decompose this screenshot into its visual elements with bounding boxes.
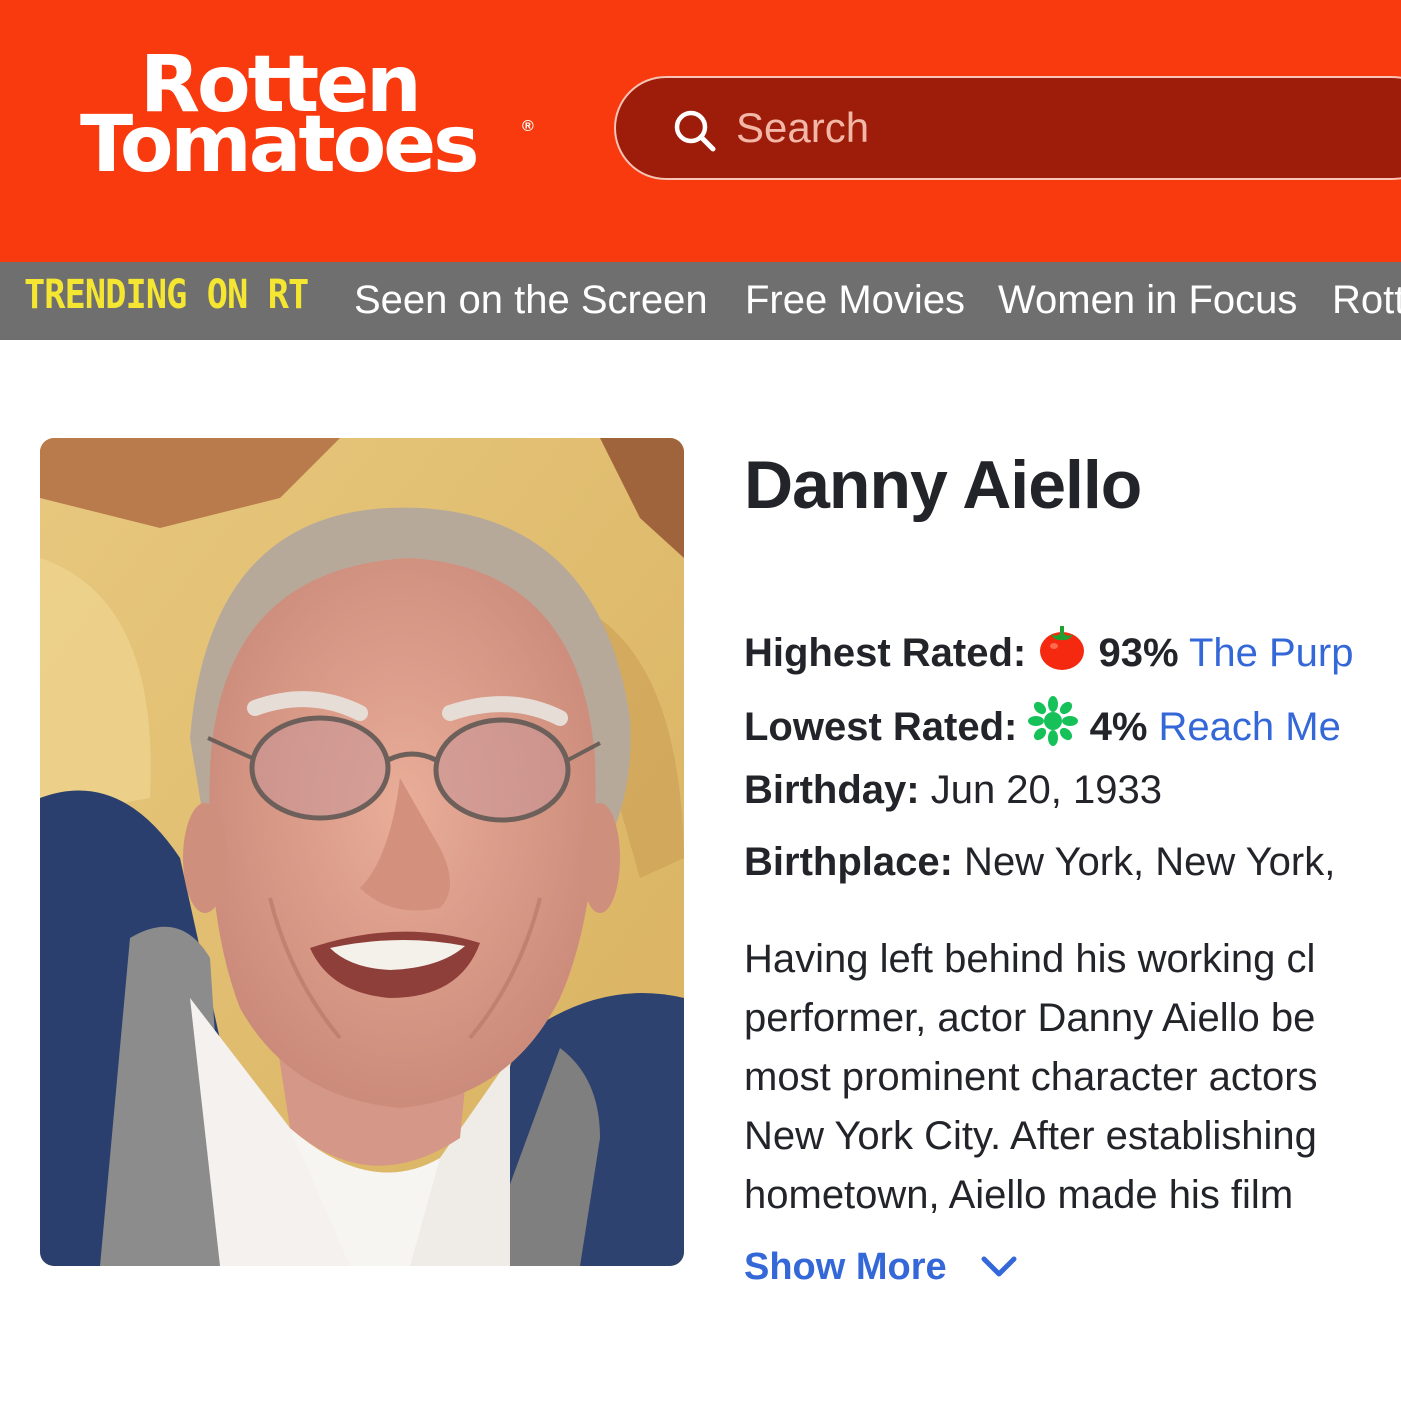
logo-text-line2: Tomatoes	[80, 100, 480, 190]
trending-link-rott[interactable]: Rott	[1332, 278, 1401, 323]
bio-line: hometown, Aiello made his film	[744, 1173, 1294, 1217]
trending-link-seen-on-screen[interactable]: Seen on the Screen	[354, 278, 708, 323]
highest-rated-score: 93%	[1098, 631, 1179, 675]
birthday-row: Birthday: Jun 20, 1933	[744, 768, 1162, 813]
trending-label: TRENDING ON RT	[24, 272, 309, 318]
lowest-rated-row: Lowest Rated: 4% Reach Me	[744, 696, 1341, 750]
birthday-label: Birthday:	[744, 768, 920, 812]
highest-rated-row: Highest Rated: 93% The Purp	[744, 622, 1353, 676]
birthplace-value: New York, New York,	[952, 840, 1336, 884]
lowest-rated-movie-link[interactable]: Reach Me	[1159, 705, 1341, 749]
fresh-tomato-icon	[1040, 626, 1085, 670]
birthplace-row: Birthplace: New York, New York,	[744, 840, 1335, 885]
bio-line: most prominent character actors	[744, 1055, 1318, 1099]
birthplace-label: Birthplace:	[744, 840, 953, 884]
show-more-button[interactable]: Show More	[744, 1246, 1019, 1289]
search-placeholder: Search	[736, 104, 870, 151]
search-input[interactable]: Search	[614, 76, 1401, 180]
rotten-splat-icon	[1028, 696, 1079, 746]
rotten-tomatoes-logo[interactable]: Rotten Tomatoes ®	[80, 40, 550, 190]
chevron-down-icon	[981, 1256, 1017, 1277]
bio-line: New York City. After establishing	[744, 1114, 1317, 1158]
search-icon	[674, 110, 716, 152]
celebrity-name: Danny Aiello	[744, 447, 1142, 523]
show-more-label: Show More	[744, 1246, 947, 1288]
portrait-photo	[40, 438, 684, 1266]
lowest-rated-score: 4%	[1089, 705, 1148, 749]
highest-rated-label: Highest Rated:	[744, 631, 1027, 675]
bio-line: performer, actor Danny Aiello be	[744, 996, 1316, 1040]
site-header: Rotten Tomatoes ® Search	[0, 0, 1401, 262]
trending-link-free-movies[interactable]: Free Movies	[745, 278, 965, 323]
celebrity-photo	[40, 438, 684, 1266]
birthday-value: Jun 20, 1933	[919, 768, 1162, 812]
trending-bar: TRENDING ON RT Seen on the Screen Free M…	[0, 262, 1401, 340]
celebrity-bio: Having left behind his working cl perfor…	[744, 930, 1401, 1225]
bio-line: Having left behind his working cl	[744, 937, 1316, 981]
registered-mark: ®	[522, 118, 534, 135]
highest-rated-movie-link[interactable]: The Purp	[1189, 631, 1354, 675]
trending-link-women-in-focus[interactable]: Women in Focus	[998, 278, 1297, 323]
lowest-rated-label: Lowest Rated:	[744, 705, 1018, 749]
